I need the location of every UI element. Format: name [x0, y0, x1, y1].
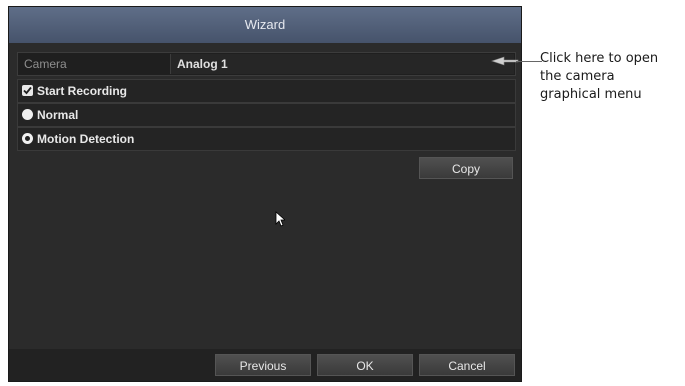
dialog-title: Wizard	[9, 7, 521, 43]
callout-line-3: graphical menu	[540, 87, 642, 102]
camera-value: Analog 1	[177, 57, 228, 71]
normal-row[interactable]: Normal	[17, 103, 516, 127]
callout-annotation: Click here to open the camera graphical …	[540, 50, 685, 104]
callout-line-2: the camera	[540, 69, 615, 84]
camera-dropdown[interactable]: Analog 1	[170, 54, 514, 74]
motion-detection-radio[interactable]	[22, 133, 33, 144]
previous-button[interactable]: Previous	[215, 354, 311, 376]
ok-button[interactable]: OK	[317, 354, 413, 376]
callout-line	[516, 61, 542, 62]
checkmark-icon	[23, 86, 32, 95]
wizard-dialog: Wizard Camera Analog 1 Start Recording N…	[8, 6, 522, 382]
callout-arrow-icon	[491, 56, 519, 66]
camera-row: Camera Analog 1	[17, 52, 516, 76]
cancel-button[interactable]: Cancel	[419, 354, 515, 376]
mouse-cursor-icon	[275, 211, 285, 227]
camera-label: Camera	[24, 57, 67, 71]
start-recording-checkbox[interactable]	[22, 85, 33, 96]
motion-detection-row[interactable]: Motion Detection	[17, 127, 516, 151]
callout-line-1: Click here to open	[540, 51, 659, 66]
start-recording-label: Start Recording	[37, 84, 128, 98]
start-recording-row[interactable]: Start Recording	[17, 79, 516, 103]
dialog-footer: Previous OK Cancel	[9, 349, 521, 381]
motion-detection-label: Motion Detection	[37, 132, 135, 146]
normal-radio[interactable]	[22, 109, 33, 120]
normal-label: Normal	[37, 108, 79, 122]
copy-button[interactable]: Copy	[419, 157, 513, 179]
